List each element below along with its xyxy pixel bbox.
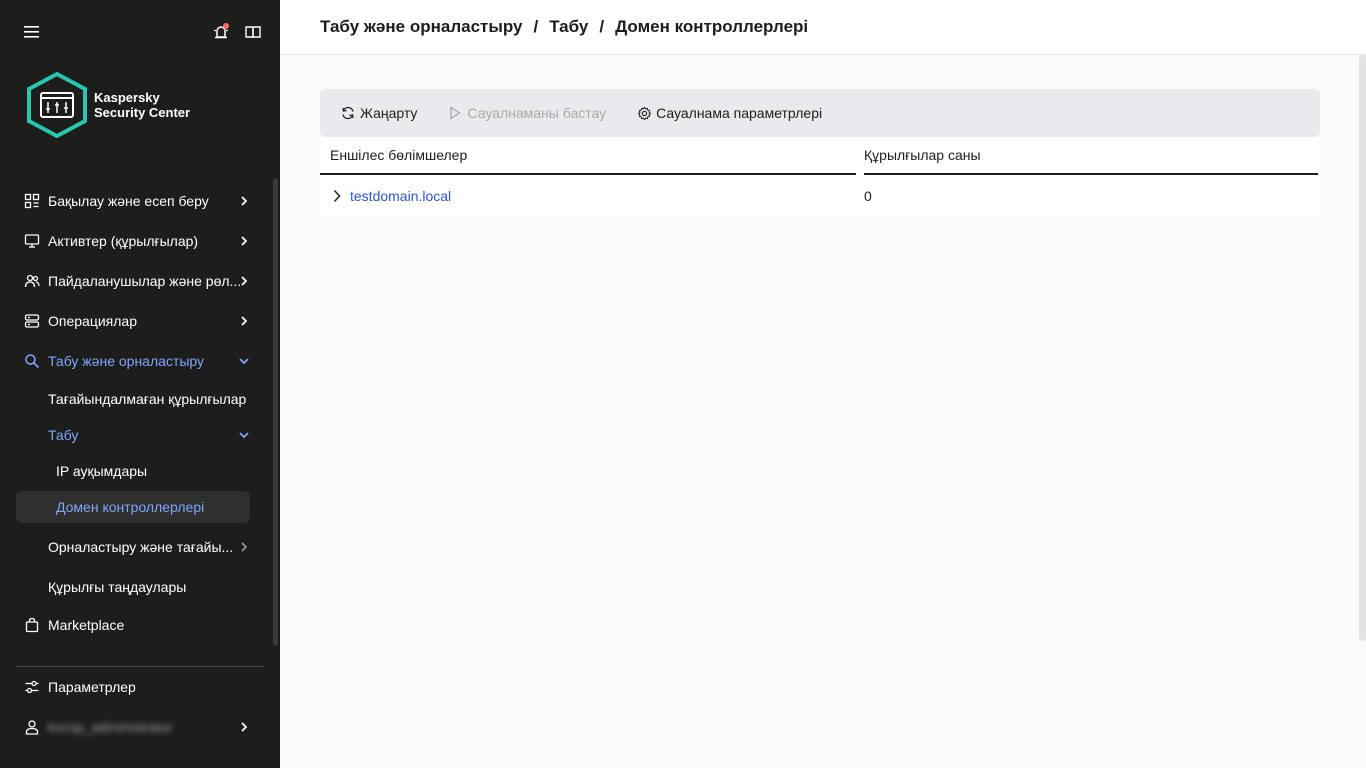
sidebar-item-users[interactable]: Пайдаланушылар және рөл... — [0, 261, 272, 301]
sidebar-item-label: Бақылау және есеп беру — [48, 193, 209, 209]
breadcrumb-item-discovery-deployment[interactable]: Табу және орналастыру — [320, 17, 522, 37]
sidebar-item-label: Marketplace — [48, 617, 125, 633]
monitor-icon — [24, 233, 40, 249]
sidebar-bottom: Параметрлер kscsp_administrator — [0, 667, 272, 747]
poll-settings-button[interactable]: Сауалнама параметрлері — [636, 105, 822, 121]
sidebar-scrollbar[interactable] — [273, 178, 278, 646]
chevron-down-icon — [236, 427, 252, 443]
chevron-right-icon — [236, 313, 252, 329]
sidebar-item-label: Параметрлер — [48, 679, 136, 695]
table-cell-name: testdomain.local — [320, 188, 864, 204]
user-name: kscsp_administrator — [48, 719, 173, 735]
sidebar-item-label: Пайдаланушылар және рөл... — [48, 273, 242, 289]
server-icon — [24, 313, 40, 329]
sidebar-item-label: Активтер (құрылғылар) — [48, 233, 199, 249]
sidebar-item-label: Тағайындалмаған құрылғылар — [48, 391, 247, 407]
chevron-right-icon — [236, 719, 252, 735]
chevron-right-icon — [236, 273, 252, 289]
sidebar-item-unassigned-devices[interactable]: Тағайындалмаған құрылғылар — [0, 381, 272, 417]
breadcrumb-separator: / — [533, 17, 539, 36]
refresh-label: Жаңарту — [360, 105, 418, 121]
domain-link[interactable]: testdomain.local — [350, 188, 451, 204]
sidebar-item-domain-controllers[interactable]: Домен контроллерлері — [16, 491, 250, 523]
table-cell-count: 0 — [864, 188, 872, 204]
menu-icon[interactable] — [20, 20, 44, 44]
sidebar-item-label: Домен контроллерлері — [56, 499, 205, 515]
sidebar-nav: Бақылау және есеп беру Активтер (құрылғы… — [0, 181, 272, 645]
sidebar-item-assets[interactable]: Активтер (құрылғылар) — [0, 221, 272, 261]
chevron-right-icon — [236, 193, 252, 209]
logo-line-1: Kaspersky — [94, 90, 160, 105]
sidebar-item-label: Орналастыру және тағайы... — [48, 539, 234, 555]
sidebar-item-discovery[interactable]: Табу — [0, 417, 272, 453]
sidebar-item-deployment[interactable]: Орналастыру және тағайы... — [0, 525, 272, 569]
chevron-down-icon — [236, 353, 252, 369]
sidebar-item-label: Құрылғы таңдаулары — [48, 579, 187, 595]
breadcrumb-separator: / — [599, 17, 605, 36]
sidebar: Kaspersky Security Center Бақылау және е… — [0, 0, 280, 768]
sidebar-item-settings[interactable]: Параметрлер — [0, 667, 272, 707]
sidebar-top-bar — [0, 18, 280, 46]
sliders-icon — [24, 679, 40, 695]
sidebar-item-ip-ranges[interactable]: IP ауқымдары — [0, 453, 272, 489]
search-icon — [24, 353, 40, 369]
kaspersky-logo[interactable]: Kaspersky Security Center — [26, 72, 216, 138]
table-header: Еншілес бөлімшелер Құрылғылар саны — [320, 137, 1320, 175]
sidebar-item-user-account[interactable]: kscsp_administrator — [0, 707, 272, 747]
sidebar-item-operations[interactable]: Операциялар — [0, 301, 272, 341]
sidebar-item-label: IP ауқымдары — [56, 463, 148, 479]
main-content: Табу және орналастыру / Табу / Домен кон… — [280, 0, 1366, 768]
column-header-device-count[interactable]: Құрылғылар саны — [864, 137, 1318, 175]
play-icon — [447, 105, 463, 121]
breadcrumb: Табу және орналастыру / Табу / Домен кон… — [280, 0, 1366, 55]
sidebar-item-label: Табу — [48, 427, 79, 443]
sidebar-item-discovery-deployment[interactable]: Табу және орналастыру — [0, 341, 272, 381]
refresh-icon — [340, 105, 356, 121]
chevron-right-icon — [236, 539, 252, 555]
sidebar-item-marketplace[interactable]: Marketplace — [0, 605, 272, 645]
logo-line-2: Security Center — [94, 105, 191, 120]
sidebar-item-monitoring[interactable]: Бақылау және есеп беру — [0, 181, 272, 221]
dashboard-icon — [24, 193, 40, 209]
start-poll-label: Сауалнаманы бастау — [467, 105, 607, 121]
refresh-button[interactable]: Жаңарту — [340, 105, 417, 121]
column-header-subdivisions[interactable]: Еншілес бөлімшелер — [320, 137, 856, 175]
shopping-bag-icon — [24, 617, 40, 633]
users-icon — [24, 273, 40, 289]
domains-table: Еншілес бөлімшелер Құрылғылар саны testd… — [320, 137, 1320, 217]
gear-icon — [636, 105, 652, 121]
chevron-right-icon — [236, 233, 252, 249]
user-icon — [24, 719, 40, 735]
main-scrollbar[interactable] — [1359, 55, 1366, 641]
toolbar: Жаңарту Сауалнаманы бастау Сауалнама пар… — [320, 89, 1320, 137]
breadcrumb-item-discovery[interactable]: Табу — [549, 17, 588, 37]
poll-settings-label: Сауалнама параметрлері — [656, 105, 823, 121]
start-poll-button[interactable]: Сауалнаманы бастау — [447, 105, 606, 121]
notifications-icon[interactable] — [209, 20, 233, 44]
page-title: Домен контроллерлері — [615, 17, 809, 36]
table-row[interactable]: testdomain.local 0 — [320, 175, 1320, 217]
sidebar-item-label: Табу және орналастыру — [48, 353, 205, 369]
logo-text: Kaspersky Security Center — [94, 90, 190, 120]
sidebar-item-device-selections[interactable]: Құрылғы таңдаулары — [0, 569, 272, 605]
chevron-right-icon[interactable] — [330, 188, 344, 204]
sidebar-item-label: Операциялар — [48, 313, 137, 329]
book-icon[interactable] — [241, 20, 265, 44]
